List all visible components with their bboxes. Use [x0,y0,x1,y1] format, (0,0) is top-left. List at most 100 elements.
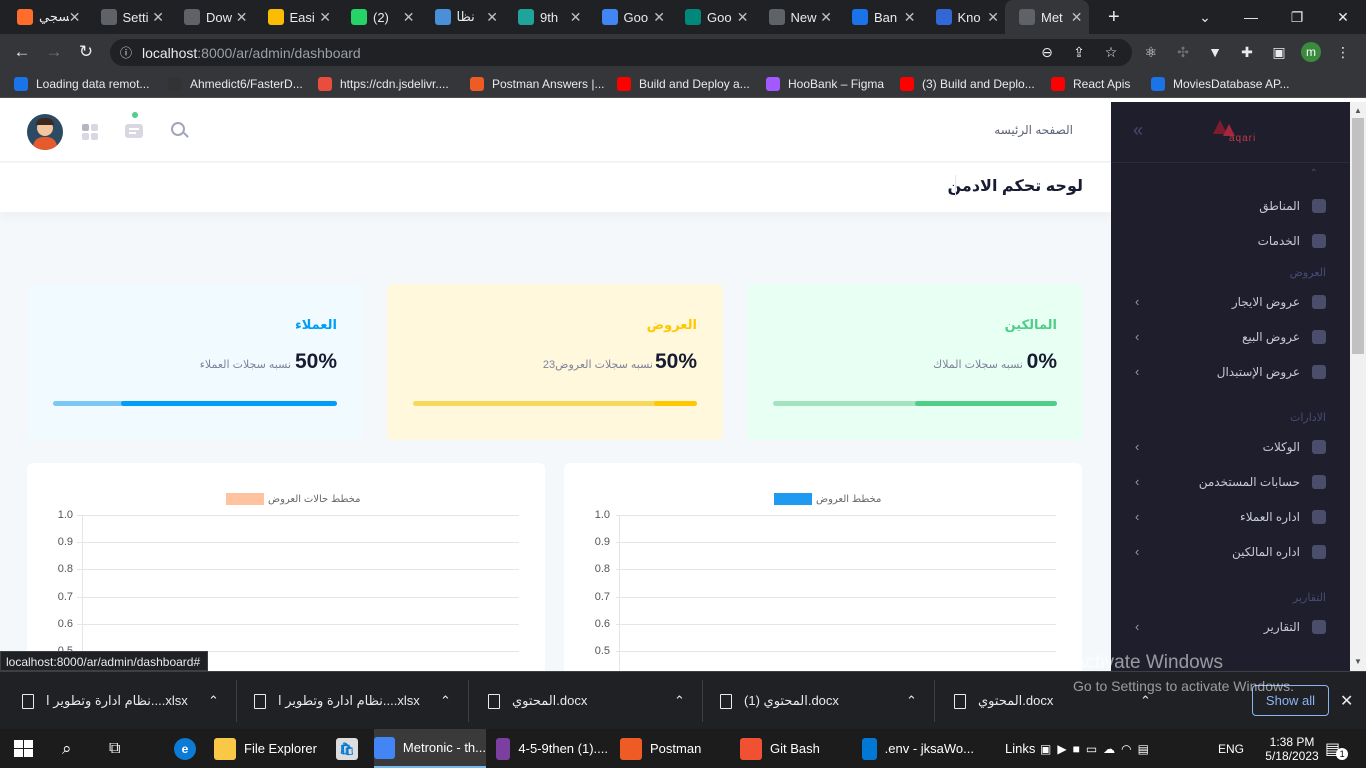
bookmark-item[interactable]: Build and Deploy a... [617,75,750,93]
sidebar-item[interactable]: عروض الايجار [1232,292,1326,312]
taskbar-app[interactable]: 4-5-9then (1).... [496,729,608,768]
taskbar-app[interactable]: Metronic - th... [374,729,486,768]
scrollbar-thumb[interactable] [1352,118,1364,354]
chart-legend[interactable]: مخطط العروض [774,493,881,505]
close-tab-icon[interactable]: ✕ [69,9,81,26]
address-bar[interactable]: ⓘ localhost:8000/ar/admin/dashboard [110,39,1132,66]
extension-icon[interactable]: ✣ [1174,43,1192,61]
restore-icon[interactable]: ❐ [1274,0,1320,34]
bookmark-item[interactable]: Postman Answers |... [470,75,605,93]
chevron-up-icon[interactable]: ⌃ [674,693,685,709]
apps-grid-icon[interactable] [82,124,98,140]
sidebar-item[interactable]: اداره العملاء [1240,507,1326,527]
edge-icon[interactable]: e [174,729,204,768]
chat-icon[interactable] [125,124,143,138]
bookmark-item[interactable]: (3) Build and Deplo... [900,75,1035,93]
bookmark-item[interactable]: HooBank – Figma [766,75,884,93]
chevron-left-icon[interactable]: ‹ [1135,364,1139,379]
close-tab-icon[interactable]: ✕ [152,9,164,26]
notification-icon[interactable]: ▤ 1 [1325,729,1349,768]
chevron-left-icon[interactable]: ‹ [1135,509,1139,524]
chevron-left-icon[interactable]: ‹ [1135,619,1139,634]
bookmark-item[interactable]: React Apis [1051,75,1130,93]
taskbar-app[interactable]: .env - jksaWo... [862,729,974,768]
download-item[interactable]: المحتوي.docx ⌃ [488,672,698,730]
chevron-up-icon[interactable]: ⌃ [440,693,451,709]
close-tab-icon[interactable]: ✕ [486,9,498,26]
close-tab-icon[interactable]: ✕ [653,9,665,26]
tab-7[interactable]: Goo ✕ [588,0,672,34]
scroll-down-icon[interactable]: ▼ [1354,657,1362,666]
minimize-icon[interactable]: — [1228,0,1274,34]
avatar[interactable] [27,114,63,150]
info-icon[interactable]: ⓘ [120,44,132,61]
start-button[interactable] [12,729,38,768]
tray-icons[interactable]: ▣▶■▭☁◠▤ [1040,729,1155,768]
tab-2[interactable]: Dow ✕ [170,0,254,34]
chevron-left-icon[interactable]: ‹ [1135,439,1139,454]
menu-icon[interactable]: ⋮ [1334,43,1352,61]
close-tab-icon[interactable]: ✕ [904,9,916,26]
sidebar-item[interactable]: حسابات المستخدمن [1199,472,1326,492]
bookmark-star-icon[interactable]: ☆ [1102,43,1120,61]
tab-4[interactable]: (2) ✕ [337,0,421,34]
download-item[interactable]: نظام ادارة وتطوير ا....xlsx ⌃ [254,672,464,730]
close-tab-icon[interactable]: ✕ [403,9,415,26]
collapse-sidebar-icon[interactable]: « [1133,120,1143,141]
tab-search-icon[interactable]: ⌄ [1182,0,1228,34]
react-devtools-icon[interactable]: ⚛ [1142,43,1160,61]
close-tab-icon[interactable]: ✕ [319,9,331,26]
share-icon[interactable]: ⇪ [1070,43,1088,61]
show-all-button[interactable]: Show all [1252,685,1329,716]
back-icon[interactable]: ← [10,40,34,64]
tab-11[interactable]: Kno ✕ [922,0,1006,34]
chevron-left-icon[interactable]: ‹ [1135,294,1139,309]
chevron-left-icon[interactable]: ‹ [1135,544,1139,559]
close-tab-icon[interactable]: ✕ [737,9,749,26]
new-tab-button[interactable]: + [1108,0,1120,34]
tab-1[interactable]: Setti ✕ [87,0,171,34]
tab-0[interactable]: تسجي✕ [3,0,87,34]
tab-8[interactable]: Goo ✕ [671,0,755,34]
sidebar-item[interactable]: عروض البيع [1242,327,1326,347]
close-tab-icon[interactable]: ✕ [236,9,248,26]
chevron-up-icon[interactable]: ⌃ [1140,693,1151,709]
tab-5[interactable]: نظا ✕ [421,0,505,34]
logo[interactable]: aqari [1207,118,1255,144]
bookmark-item[interactable]: Loading data remot... [14,75,149,93]
close-tab-icon[interactable]: ✕ [1071,9,1083,26]
tab-3[interactable]: Easi ✕ [254,0,338,34]
close-tab-icon[interactable]: ✕ [987,9,999,26]
taskbar-app[interactable]: File Explorer [214,729,324,768]
side-panel-icon[interactable]: ▣ [1270,43,1288,61]
bookmark-item[interactable]: MoviesDatabase AP... [1151,75,1290,93]
chevron-up-icon[interactable]: ⌃ [906,693,917,709]
tab-12[interactable]: Met ✕ [1005,0,1089,34]
links-toolbar[interactable]: Links [1005,729,1035,768]
sidebar-item[interactable]: المناطق [1259,196,1326,216]
reload-icon[interactable]: ↻ [74,40,98,64]
close-tab-icon[interactable]: ✕ [820,9,832,26]
forward-icon[interactable]: → [42,40,66,64]
vue-devtools-icon[interactable]: ▼ [1206,43,1224,61]
tab-9[interactable]: New ✕ [755,0,839,34]
profile-avatar[interactable]: m [1301,42,1321,62]
zoom-icon[interactable]: ⊖ [1038,43,1056,61]
chevron-left-icon[interactable]: ‹ [1135,474,1139,489]
tab-6[interactable]: 9th ✕ [504,0,588,34]
search-icon[interactable] [171,122,189,138]
chart-legend[interactable]: مخطط حالات العروض [226,493,361,505]
bookmark-item[interactable]: https://cdn.jsdelivr.... [318,75,449,93]
task-view-icon[interactable]: ⧉ [109,729,120,768]
sidebar-item[interactable]: التقارير [1264,617,1326,637]
sidebar-item[interactable]: الوكلات [1263,437,1326,457]
close-tab-icon[interactable]: ✕ [570,9,582,26]
sidebar-item[interactable]: الخدمات [1258,231,1326,251]
chevron-left-icon[interactable]: ‹ [1135,329,1139,344]
bookmark-item[interactable]: Ahmedict6/FasterD... [168,75,303,93]
extensions-puzzle-icon[interactable]: ✚ [1238,43,1256,61]
download-item[interactable]: نظام ادارة وتطوير ا....xlsx ⌃ [22,672,232,730]
taskbar-app[interactable]: Git Bash [740,729,848,768]
chevron-up-icon[interactable]: ⌃ [208,693,219,709]
breadcrumb[interactable]: الصفحه الرئيسه [994,123,1073,137]
